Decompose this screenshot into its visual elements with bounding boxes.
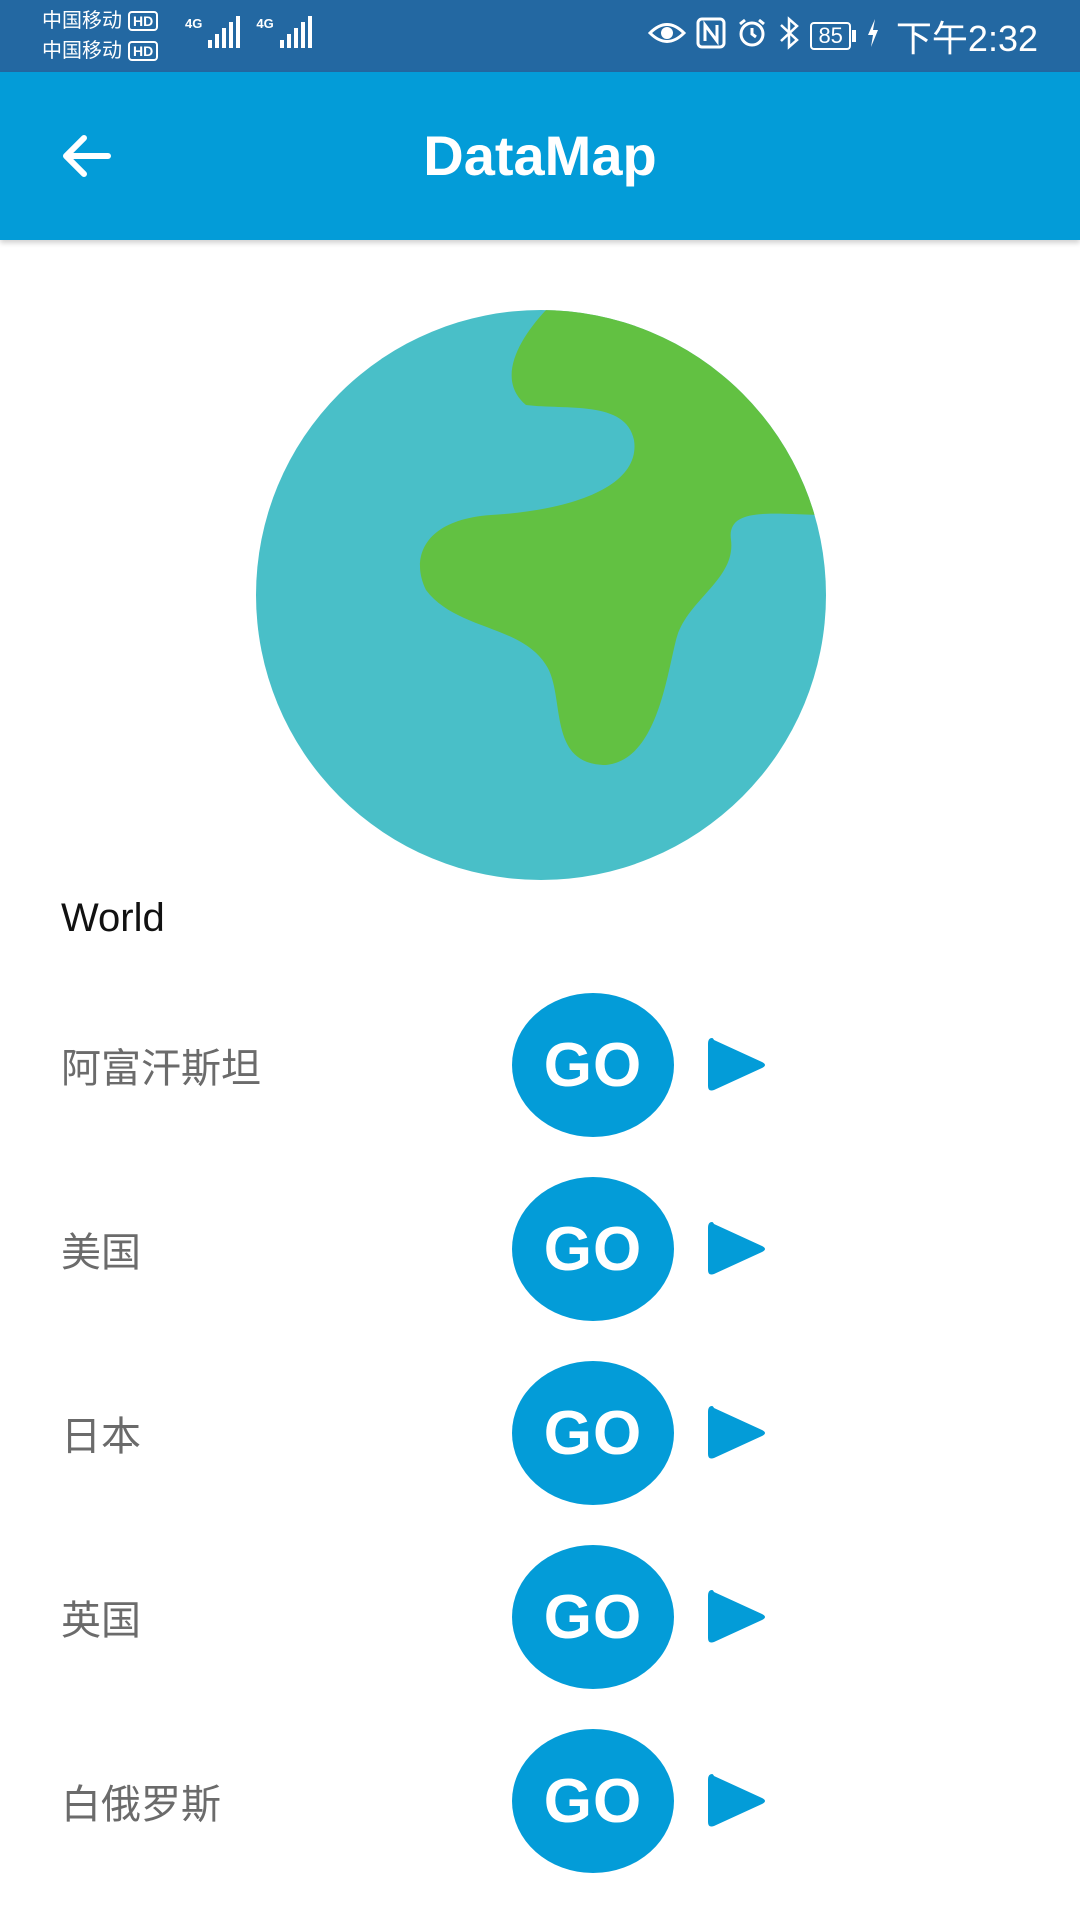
- hd-badge-2: HD: [128, 41, 159, 61]
- eye-comfort-icon: [648, 18, 687, 54]
- play-icon[interactable]: [706, 1402, 768, 1464]
- app-bar: DataMap: [0, 72, 1080, 240]
- country-name: 美国: [61, 1231, 141, 1275]
- signal-strength-icon-2: 4G: [256, 16, 312, 48]
- go-button[interactable]: GO: [512, 1361, 674, 1505]
- page-title: DataMap: [423, 124, 657, 187]
- play-icon[interactable]: [706, 1586, 768, 1648]
- alarm-icon: [736, 17, 768, 55]
- go-button[interactable]: GO: [512, 993, 674, 1137]
- carrier-line-2: 中国移动 HD: [42, 36, 159, 66]
- carrier-name-1: 中国移动: [42, 10, 122, 32]
- signal-strength-icon-1: 4G: [185, 16, 241, 48]
- section-label: World: [61, 896, 165, 940]
- go-button[interactable]: GO: [512, 1729, 674, 1873]
- go-button[interactable]: GO: [512, 1177, 674, 1321]
- hd-badge-1: HD: [128, 11, 159, 31]
- status-bar: 中国移动 HD 中国移动 HD 4G 4G 85 下午2:32: [0, 0, 1080, 72]
- carrier-line-1: 中国移动 HD: [42, 6, 159, 36]
- go-button[interactable]: GO: [512, 1545, 674, 1689]
- carrier-block: 中国移动 HD 中国移动 HD: [42, 6, 159, 66]
- battery-level: 85: [810, 22, 851, 50]
- network-type-1: 4G: [185, 16, 203, 31]
- country-name: 英国: [61, 1599, 141, 1643]
- clock: 下午2:32: [895, 18, 1038, 59]
- status-icons: 85 下午2:32: [648, 0, 1038, 72]
- country-name: 日本: [61, 1415, 141, 1459]
- country-name: 阿富汗斯坦: [61, 1047, 261, 1091]
- bluetooth-icon: [778, 16, 800, 56]
- play-icon[interactable]: [706, 1034, 768, 1096]
- list-item: 阿富汗斯坦 GO: [0, 990, 1080, 1140]
- play-icon[interactable]: [706, 1218, 768, 1280]
- earth-globe-icon: [256, 310, 826, 885]
- network-type-2: 4G: [256, 16, 274, 31]
- nfc-icon: [696, 17, 726, 55]
- list-item: 英国 GO: [0, 1542, 1080, 1692]
- country-name: 白俄罗斯: [61, 1783, 221, 1827]
- carrier-name-2: 中国移动: [42, 40, 122, 62]
- play-icon[interactable]: [706, 1770, 768, 1832]
- list-item: 美国 GO: [0, 1174, 1080, 1324]
- list-item: 白俄罗斯 GO: [0, 1726, 1080, 1876]
- signal-indicators: 4G 4G: [185, 16, 312, 48]
- charging-icon: [866, 18, 880, 54]
- list-item: 日本 GO: [0, 1358, 1080, 1508]
- battery-icon: 85: [810, 22, 856, 50]
